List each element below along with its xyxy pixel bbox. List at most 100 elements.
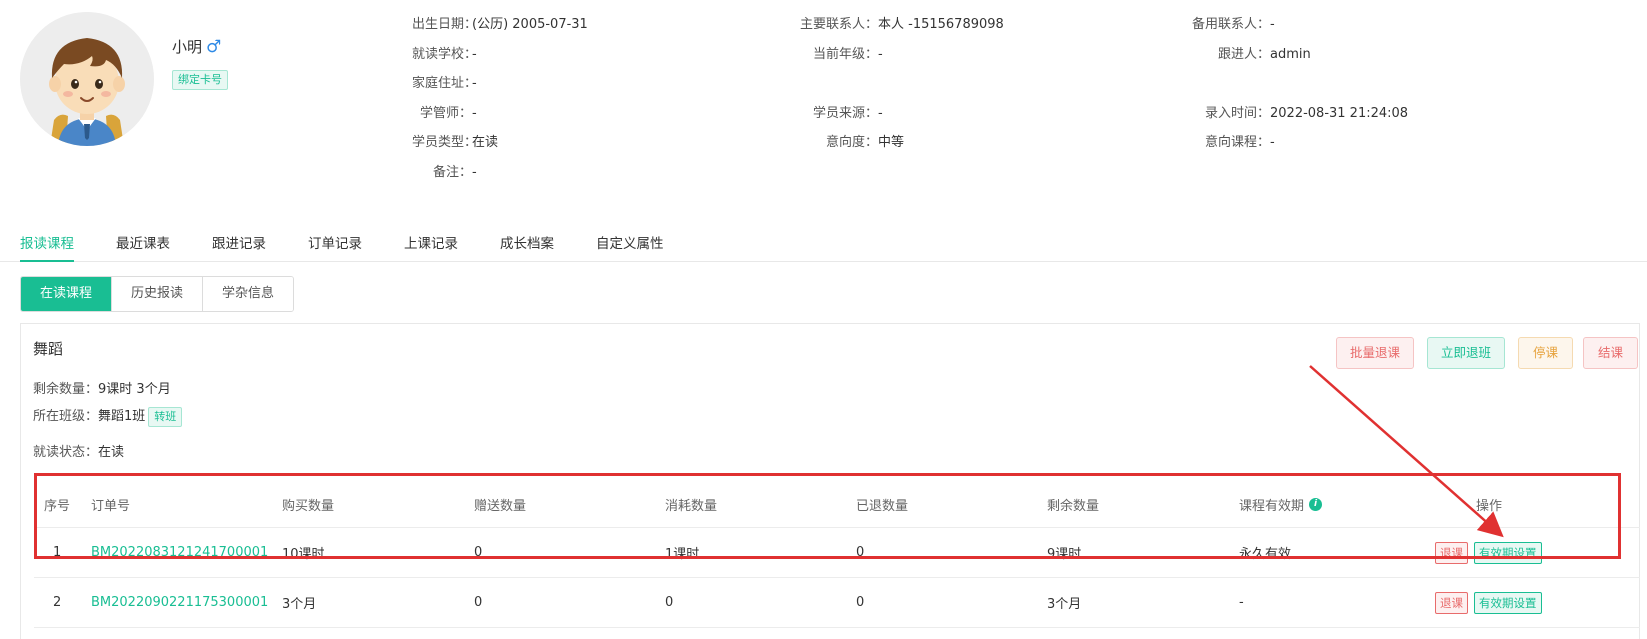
- info-intention: 意向度：中等: [798, 131, 904, 150]
- info-label: 备用联系人：: [1191, 17, 1270, 32]
- info-main-contact: 主要联系人：本人 -15156789098: [798, 13, 1004, 32]
- info-value: -: [472, 106, 477, 121]
- info-label: 当前年级：: [812, 47, 878, 62]
- class-label: 所在班级：: [33, 409, 99, 424]
- header-actions: 操作: [1476, 499, 1503, 514]
- header-returned: 已退数量: [856, 499, 909, 514]
- subtab-current-courses[interactable]: 在读课程: [21, 277, 112, 311]
- quit-class-button[interactable]: 立即退班: [1427, 337, 1505, 369]
- tab-follow-up[interactable]: 跟进记录: [212, 232, 266, 262]
- header-buy: 购买数量: [282, 499, 335, 514]
- info-label: 就读学校：: [412, 47, 478, 62]
- header-gift: 赠送数量: [474, 499, 527, 514]
- pause-course-button[interactable]: 停课: [1518, 337, 1573, 369]
- row-left: 3个月: [1047, 597, 1082, 612]
- batch-withdraw-button[interactable]: 批量退课: [1336, 337, 1414, 369]
- row-validity: -: [1239, 595, 1244, 610]
- header-left: 剩余数量: [1047, 499, 1100, 514]
- tab-enrolled-courses[interactable]: 报读课程: [20, 232, 74, 262]
- header-validity-label: 课程有效期: [1239, 499, 1305, 514]
- info-value: -: [1270, 135, 1275, 150]
- info-label: 备注：: [432, 165, 472, 180]
- validity-setting-button[interactable]: 有效期设置: [1474, 541, 1542, 564]
- bind-card-button[interactable]: 绑定卡号: [172, 70, 228, 90]
- refund-button[interactable]: 退课: [1435, 541, 1468, 564]
- info-value: admin: [1270, 47, 1311, 62]
- info-label: 学员来源：: [812, 106, 878, 121]
- tab-attendance[interactable]: 上课记录: [404, 232, 458, 262]
- table-row: 1 BM2022083121241700001 10课时 0 1课时 0 9课时…: [34, 528, 1640, 578]
- info-value: 在读: [472, 135, 499, 150]
- info-value: 2022-08-31 21:24:08: [1270, 106, 1409, 121]
- header-validity: 课程有效期 i: [1239, 482, 1323, 527]
- info-label: 学管师：: [419, 106, 472, 121]
- row-no: 1: [53, 545, 62, 560]
- info-value: -: [472, 165, 477, 180]
- refund-button[interactable]: 退课: [1435, 591, 1468, 614]
- row-buy: 10课时: [282, 547, 325, 562]
- info-value: -: [472, 76, 477, 91]
- info-grade: 当前年级：-: [798, 43, 883, 62]
- order-link[interactable]: BM2022083121241700001: [91, 528, 268, 577]
- row-returned: 0: [856, 595, 865, 610]
- order-link[interactable]: BM2022090221175300001: [91, 578, 268, 627]
- orders-table: 序号 订单号 购买数量 赠送数量 消耗数量 已退数量 剩余数量 课程有效期 i 操…: [34, 482, 1640, 628]
- row-validity: 永久有效: [1239, 547, 1292, 562]
- tab-growth-profile[interactable]: 成长档案: [500, 232, 554, 262]
- header-used: 消耗数量: [665, 499, 718, 514]
- tab-custom-attributes[interactable]: 自定义属性: [596, 232, 664, 262]
- finish-course-button[interactable]: 结课: [1583, 337, 1638, 369]
- validity-setting-button[interactable]: 有效期设置: [1474, 591, 1542, 614]
- table-row: 2 BM2022090221175300001 3个月 0 0 0 3个月 - …: [34, 578, 1640, 628]
- info-backup-contact: 备用联系人：-: [1190, 13, 1275, 32]
- status-label: 就读状态：: [33, 445, 99, 460]
- row-gift: 0: [474, 545, 483, 560]
- student-name-row: 小明 ♂: [172, 36, 221, 57]
- info-label: 家庭住址：: [412, 76, 478, 91]
- switch-class-button[interactable]: 转班: [148, 406, 183, 427]
- info-follower: 跟进人：admin: [1190, 43, 1311, 62]
- info-value: (公历) 2005-07-31: [472, 17, 588, 32]
- info-source: 学员来源：-: [798, 102, 883, 121]
- header-no: 序号: [44, 499, 71, 514]
- info-value: 中等: [878, 135, 905, 150]
- course-subtabs: 在读课程 历史报读 学杂信息: [20, 276, 295, 312]
- row-used: 1课时: [665, 547, 700, 562]
- row-used: 0: [665, 595, 674, 610]
- info-label: 出生日期：: [412, 17, 478, 32]
- tab-orders[interactable]: 订单记录: [308, 232, 362, 262]
- info-label: 录入时间：: [1204, 106, 1270, 121]
- info-label: 意向度：: [825, 135, 878, 150]
- info-value: -: [878, 106, 883, 121]
- info-icon[interactable]: i: [1309, 498, 1323, 511]
- main-tabs: 报读课程 最近课表 跟进记录 订单记录 上课记录 成长档案 自定义属性: [0, 226, 1647, 262]
- info-value: -: [878, 47, 883, 62]
- row-actions: 退课 有效期设置: [1435, 528, 1548, 577]
- header-order-no: 订单号: [91, 499, 131, 514]
- course-title: 舞蹈: [33, 340, 64, 358]
- row-no: 2: [53, 595, 62, 610]
- status-value: 在读: [98, 445, 125, 460]
- student-name: 小明: [172, 38, 203, 56]
- course-card: 舞蹈 批量退课 立即退班 停课 结课 剩余数量：9课时 3个月 所在班级：舞蹈1…: [20, 323, 1640, 639]
- info-value: -: [1270, 17, 1275, 32]
- subtab-fees[interactable]: 学杂信息: [202, 277, 294, 311]
- student-avatar: [20, 12, 154, 146]
- info-label: 意向课程：: [1204, 135, 1270, 150]
- subtab-history[interactable]: 历史报读: [111, 277, 203, 311]
- info-school: 就读学校：-: [412, 43, 477, 62]
- info-advisor: 学管师：-: [412, 102, 477, 121]
- info-value: 本人 -15156789098: [878, 17, 1004, 32]
- info-intended-course: 意向课程：-: [1190, 131, 1275, 150]
- class-value: 舞蹈1班: [98, 409, 146, 424]
- tab-recent-schedule[interactable]: 最近课表: [116, 232, 170, 262]
- boy-avatar-icon: [20, 12, 154, 146]
- info-address: 家庭住址：-: [412, 72, 477, 91]
- remaining-value: 9课时 3个月: [98, 382, 171, 397]
- class-row: 所在班级：舞蹈1班 转班: [33, 405, 183, 427]
- info-entry-time: 录入时间：2022-08-31 21:24:08: [1190, 102, 1408, 121]
- info-label: 主要联系人：: [799, 17, 878, 32]
- row-actions: 退课 有效期设置: [1435, 578, 1548, 627]
- remaining-label: 剩余数量：: [33, 382, 99, 397]
- row-left: 9课时: [1047, 547, 1082, 562]
